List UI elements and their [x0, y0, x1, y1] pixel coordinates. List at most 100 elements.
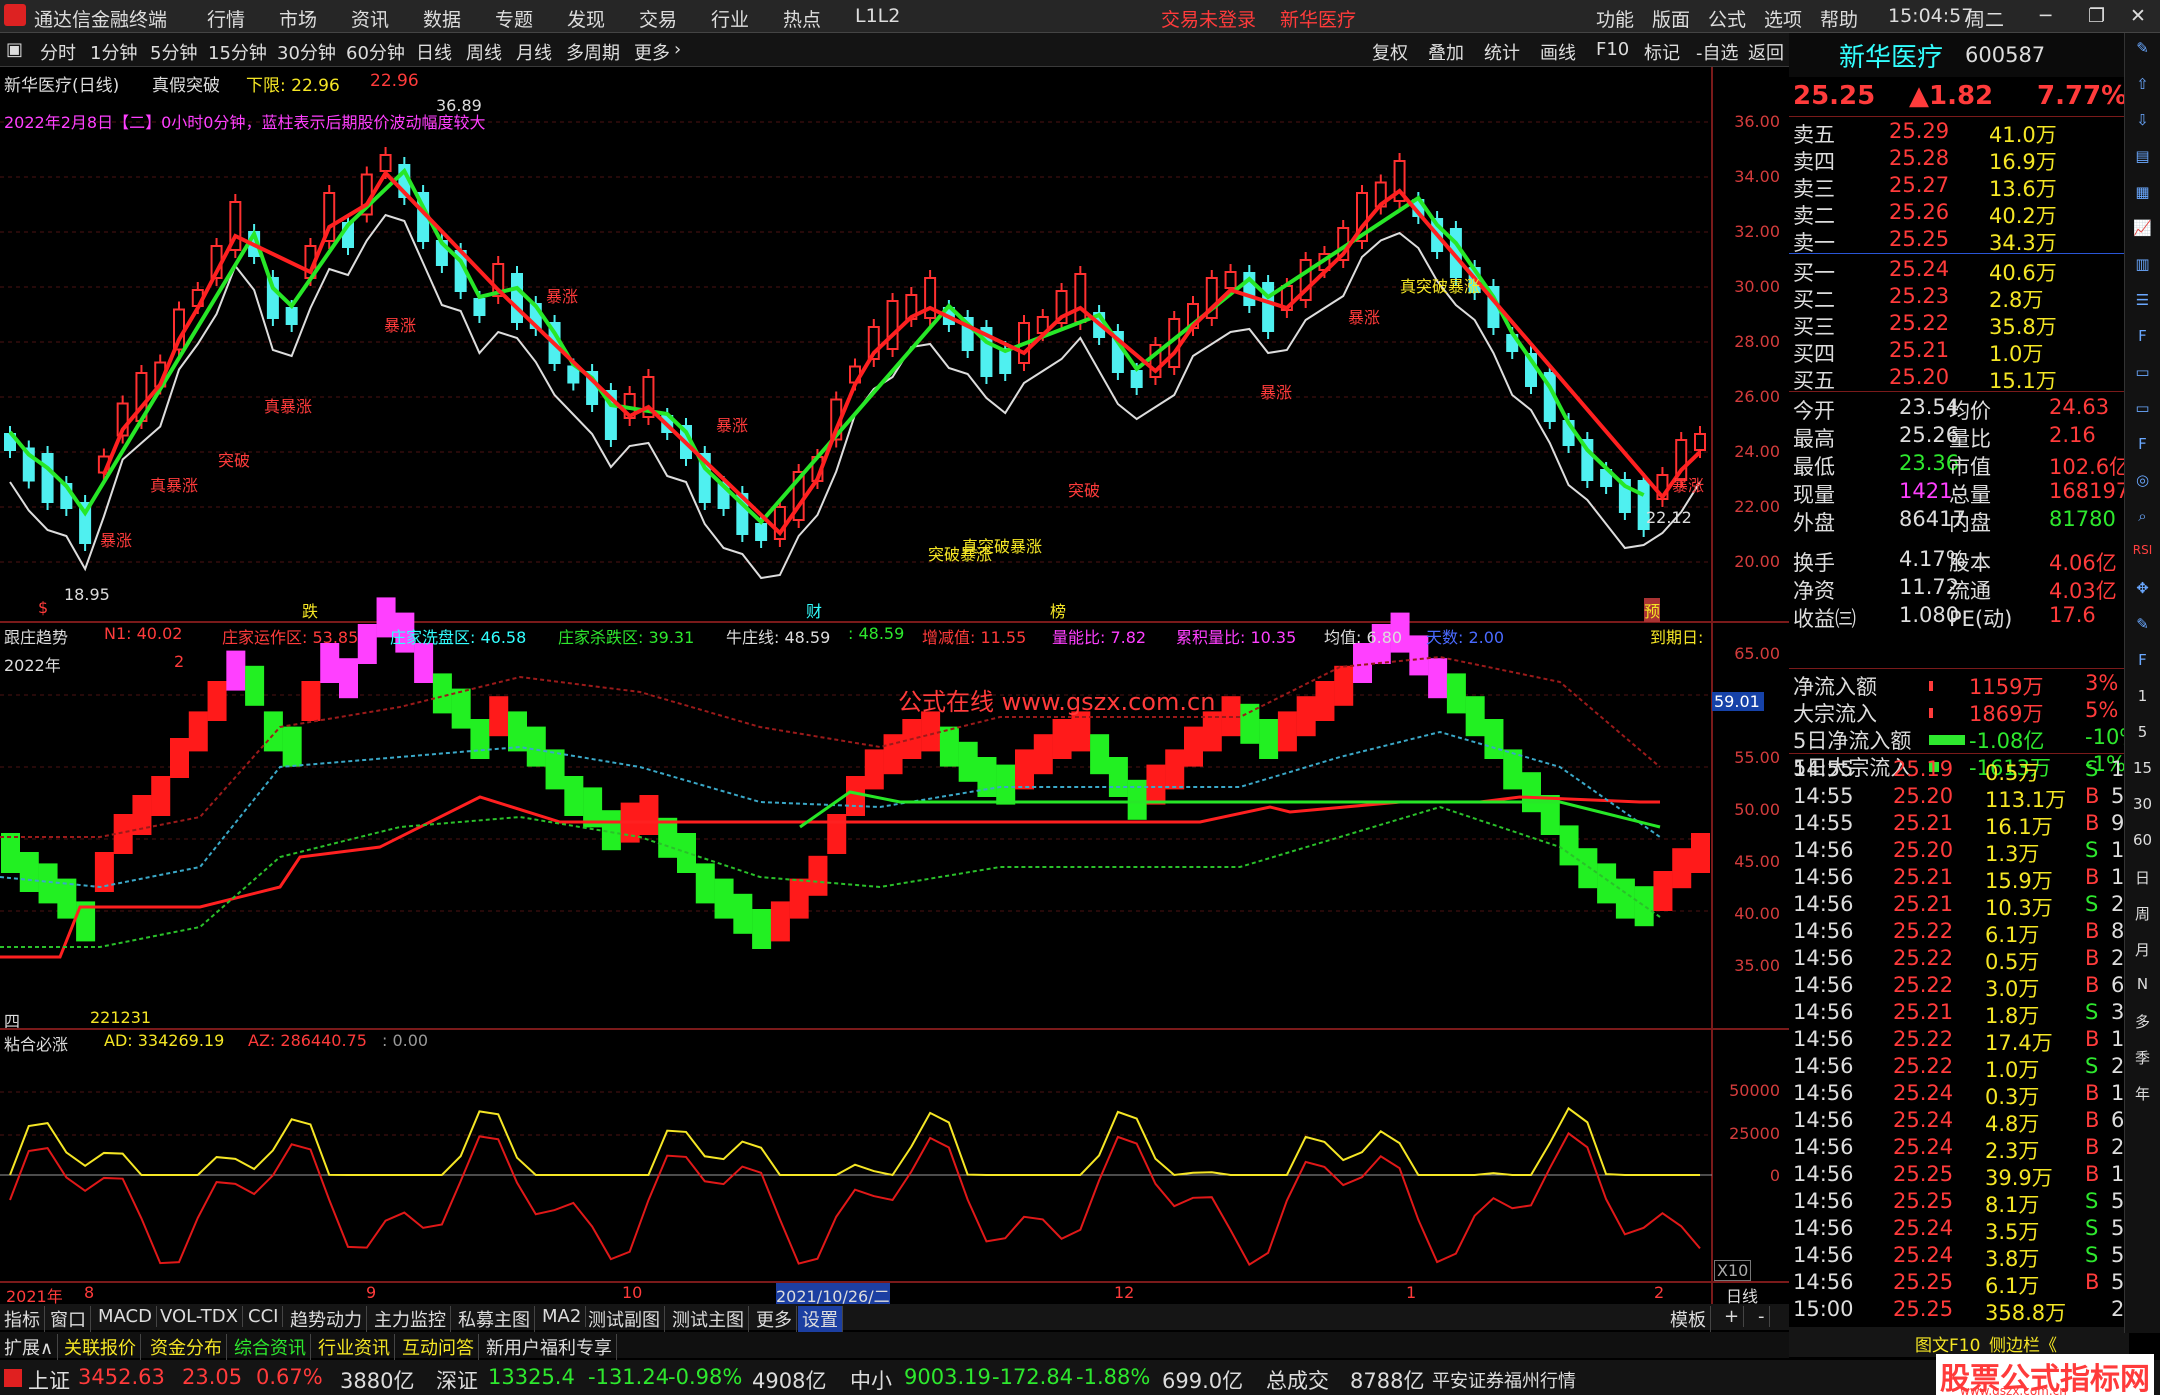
side-label[interactable]: RSI [2129, 543, 2156, 573]
menu-item[interactable]: 帮助 [1820, 5, 1858, 32]
menu-item[interactable]: 公式 [1708, 5, 1746, 32]
f2-icon[interactable]: F [2129, 435, 2156, 465]
ext-tab[interactable]: 关联报价 [60, 1334, 141, 1360]
indicator-tab[interactable]: 更多 [752, 1306, 797, 1332]
side-period[interactable]: 多 [2129, 1011, 2156, 1041]
ext-tab[interactable]: 综合资讯 [230, 1334, 311, 1360]
side-period[interactable]: 日 [2129, 867, 2156, 897]
indicator-tab[interactable]: MA2 [538, 1306, 587, 1327]
index-name[interactable]: 中小 [850, 1365, 892, 1395]
down-arrow-icon[interactable]: ⇩ [2129, 111, 2156, 141]
side-period[interactable]: 年 [2129, 1083, 2156, 1113]
side-period[interactable]: 60 [2129, 831, 2156, 861]
index-name[interactable]: 上证 [28, 1365, 70, 1395]
side-period[interactable]: 5 [2129, 723, 2156, 753]
menu-item[interactable]: 版面 [1652, 5, 1690, 32]
move-icon[interactable]: ✥ [2129, 579, 2156, 609]
indicator-tab[interactable]: 测试副图 [584, 1306, 665, 1332]
indicator-tab[interactable]: 主力监控 [370, 1306, 451, 1332]
period-tab[interactable]: 月线 [516, 39, 552, 65]
menu-item[interactable]: 资讯 [351, 5, 389, 32]
tool-button[interactable]: 复权 [1372, 39, 1408, 65]
tool-button[interactable]: 返回 [1748, 39, 1784, 65]
tool-button[interactable]: F10 [1596, 39, 1629, 60]
minimize-icon[interactable]: ─ [2040, 5, 2051, 27]
side-icon[interactable]: ✎ [2129, 39, 2156, 69]
side-period[interactable]: 15 [2129, 759, 2156, 789]
grid-icon[interactable]: ▦ [2129, 183, 2156, 213]
table-icon[interactable]: ▤ [2129, 147, 2156, 177]
menu-item[interactable]: 发现 [567, 5, 605, 32]
indicator-tab[interactable]: 趋势动力 [286, 1306, 367, 1332]
period-tab[interactable]: 更多 [634, 39, 670, 65]
ext-tab[interactable]: 资金分布 [146, 1334, 227, 1360]
period-tab[interactable]: 60分钟 [346, 39, 405, 65]
fs-icon[interactable]: F [2129, 651, 2156, 681]
tool-button[interactable]: 统计 [1484, 39, 1520, 65]
indicator-tab[interactable]: 窗口 [46, 1306, 91, 1332]
side-period[interactable]: 周 [2129, 903, 2156, 933]
candle-icon[interactable]: ▥ [2129, 255, 2156, 285]
indicator-tab[interactable]: MACD [94, 1306, 157, 1327]
f10-icon[interactable]: F [2129, 327, 2156, 357]
menu-item[interactable]: 选项 [1764, 5, 1802, 32]
period-tab[interactable]: 周线 [466, 39, 502, 65]
period-tab[interactable]: 5分钟 [150, 39, 197, 65]
indicator-tab[interactable]: 私募主图 [454, 1306, 535, 1332]
ext-tab[interactable]: 扩展∧ [0, 1334, 59, 1360]
period-tab[interactable]: 1分钟 [90, 39, 137, 65]
pen-icon[interactable]: ✎ [2129, 615, 2156, 645]
side-period[interactable]: N [2129, 975, 2156, 1005]
side-period[interactable]: 月 [2129, 939, 2156, 969]
list-icon[interactable]: ☰ [2129, 291, 2156, 321]
ext-tab[interactable]: 互动问答 [398, 1334, 479, 1360]
grid-icon[interactable]: ▣ [6, 39, 23, 60]
ext-tab[interactable]: 新用户福利专享 [482, 1334, 617, 1360]
period-tab[interactable]: 多周期 [566, 39, 620, 65]
indicator-tab-active[interactable]: 设置 [798, 1306, 843, 1332]
pane-title[interactable]: 粘合必涨 [4, 1031, 68, 1055]
circle-icon[interactable]: ◎ [2129, 471, 2156, 501]
template-button[interactable]: 模板 [1666, 1306, 1711, 1332]
restore-icon[interactable]: ❐ [2088, 5, 2105, 27]
indicator-tab[interactable]: CCI [244, 1306, 284, 1327]
side-period[interactable]: 季 [2129, 1047, 2156, 1077]
f10-tab[interactable]: 图文F10 [1915, 1331, 1980, 1356]
menu-item[interactable]: 功能 [1596, 5, 1634, 32]
menu-item[interactable]: 热点 [783, 5, 821, 32]
search-icon[interactable]: ⌕ [2129, 507, 2156, 537]
doc-icon[interactable]: ▭ [2129, 399, 2156, 429]
menu-item[interactable]: 行情 [207, 5, 245, 32]
chevron-right-icon[interactable]: › [674, 39, 681, 60]
ext-tab[interactable]: 行业资讯 [314, 1334, 395, 1360]
up-arrow-icon[interactable]: ⇧ [2129, 75, 2156, 105]
pane-title[interactable]: 跟庄趋势 [4, 624, 68, 648]
tool-button[interactable]: 叠加 [1428, 39, 1464, 65]
menu-item[interactable]: 市场 [279, 5, 317, 32]
plus-icon[interactable]: + [1720, 1306, 1745, 1327]
indicator-tab[interactable]: 测试主图 [668, 1306, 749, 1332]
menu-item[interactable]: 数据 [423, 5, 461, 32]
tool-button[interactable]: 画线 [1540, 39, 1576, 65]
login-status[interactable]: 交易未登录 [1161, 5, 1256, 32]
menu-item[interactable]: 交易 [639, 5, 677, 32]
period-tab-active[interactable]: 日线 [416, 39, 452, 65]
menu-item[interactable]: 专题 [495, 5, 533, 32]
doc-icon[interactable]: ▭ [2129, 363, 2156, 393]
side-period[interactable]: 30 [2129, 795, 2156, 825]
chart-icon[interactable]: 📈 [2129, 219, 2156, 249]
indicator-tab[interactable]: VOL-TDX [156, 1306, 243, 1327]
indicator-name[interactable]: 真假突破 [152, 71, 220, 96]
period-tab[interactable]: 分时 [40, 39, 76, 65]
menu-item[interactable]: L1L2 [855, 5, 900, 27]
period-tab[interactable]: 30分钟 [277, 39, 336, 65]
minus-icon[interactable]: - [1754, 1306, 1770, 1327]
index-name[interactable]: 深证 [436, 1365, 478, 1395]
tool-button[interactable]: 标记 [1644, 39, 1680, 65]
tool-button[interactable]: -自选 [1696, 39, 1739, 65]
period-tab[interactable]: 15分钟 [208, 39, 267, 65]
sidebar-toggle[interactable]: 侧边栏《 [1989, 1331, 2057, 1356]
side-period[interactable]: 1 [2129, 687, 2156, 717]
close-icon[interactable]: ✕ [2130, 5, 2146, 27]
menu-item[interactable]: 行业 [711, 5, 749, 32]
